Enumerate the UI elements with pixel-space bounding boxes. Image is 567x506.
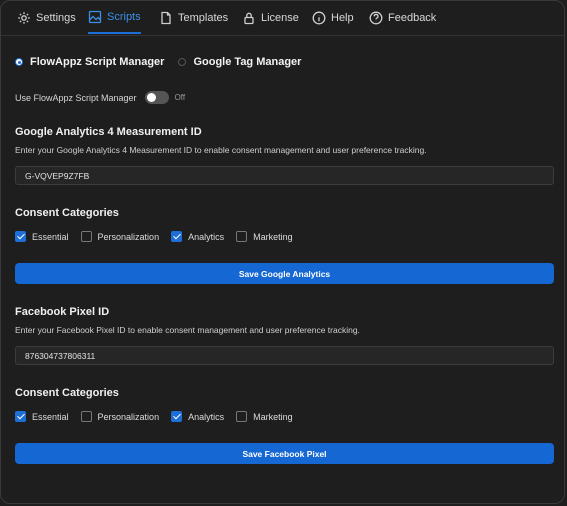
- save-facebook-pixel-button[interactable]: Save Facebook Pixel: [15, 443, 554, 464]
- checkbox[interactable]: [171, 231, 183, 242]
- tab-label: Help: [331, 11, 354, 24]
- checkbox[interactable]: [80, 411, 92, 422]
- document-icon: [161, 11, 171, 24]
- tab-label: License: [261, 11, 299, 24]
- fb-consent-heading: Consent Categories: [15, 387, 119, 399]
- checkbox[interactable]: [15, 411, 26, 422]
- checkbox-label: Essential: [32, 411, 69, 422]
- fb-category-marketing[interactable]: Marketing: [236, 411, 293, 422]
- ga-category-analytics[interactable]: Analytics: [171, 231, 224, 242]
- ga-category-essential[interactable]: Essential: [15, 231, 69, 242]
- tab-settings[interactable]: Settings: [17, 1, 76, 34]
- app-window: Settings Scripts Templates License Help …: [0, 0, 565, 504]
- checkbox[interactable]: [236, 231, 248, 242]
- checkbox[interactable]: [171, 411, 183, 422]
- radio-label: FlowAppz Script Manager: [30, 56, 165, 68]
- info-icon: [312, 11, 326, 24]
- script-manager-toggle[interactable]: [144, 91, 169, 104]
- checkbox-label: Personalization: [97, 411, 160, 422]
- script-manager-toggle-row: Use FlowAppz Script Manager Off: [15, 91, 185, 104]
- radio-google-tag-manager[interactable]: Google Tag Manager: [178, 56, 301, 68]
- checkbox[interactable]: [236, 411, 248, 422]
- fb-pixel-id-input[interactable]: [15, 346, 554, 365]
- checkbox-label: Essential: [32, 231, 69, 242]
- lock-icon: [244, 12, 254, 24]
- manager-radio-group: FlowAppz Script Manager Google Tag Manag…: [15, 56, 301, 68]
- tab-label: Feedback: [388, 11, 437, 24]
- checkbox-label: Analytics: [188, 411, 225, 422]
- tab-label: Templates: [178, 11, 229, 24]
- tab-label: Scripts: [107, 10, 141, 23]
- gear-icon: [18, 11, 30, 24]
- ga-description: Enter your Google Analytics 4 Measuremen…: [15, 145, 427, 155]
- checkbox[interactable]: [15, 231, 26, 242]
- checkbox-label: Marketing: [253, 231, 293, 242]
- checkbox-label: Personalization: [97, 231, 160, 242]
- fb-category-personalization[interactable]: Personalization: [80, 411, 160, 422]
- ga-category-personalization[interactable]: Personalization: [80, 231, 160, 242]
- tab-license[interactable]: License: [242, 1, 299, 34]
- fb-category-analytics[interactable]: Analytics: [171, 411, 224, 422]
- top-nav: Settings Scripts Templates License Help …: [1, 1, 564, 36]
- fb-category-essential[interactable]: Essential: [15, 411, 69, 422]
- ga-consent-heading: Consent Categories: [15, 207, 119, 219]
- radio-flowappz[interactable]: FlowAppz Script Manager: [15, 56, 164, 68]
- ga-category-marketing[interactable]: Marketing: [236, 231, 293, 242]
- save-google-analytics-button[interactable]: Save Google Analytics: [15, 263, 554, 284]
- checkbox-label: Marketing: [253, 411, 293, 422]
- fb-consent-categories: Essential Personalization Analytics Mark…: [15, 411, 305, 422]
- tab-feedback[interactable]: Feedback: [369, 1, 436, 34]
- tab-help[interactable]: Help: [312, 1, 354, 34]
- tab-scripts[interactable]: Scripts: [88, 1, 141, 34]
- toggle-label: Use FlowAppz Script Manager: [15, 92, 137, 103]
- fb-heading: Facebook Pixel ID: [15, 306, 110, 318]
- radio-label: Google Tag Manager: [193, 56, 302, 68]
- checkbox-label: Analytics: [188, 231, 225, 242]
- toggle-state: Off: [174, 93, 186, 102]
- tab-templates[interactable]: Templates: [159, 1, 228, 34]
- checkbox[interactable]: [80, 231, 92, 242]
- fb-description: Enter your Facebook Pixel ID to enable c…: [15, 325, 360, 335]
- ga-heading: Google Analytics 4 Measurement ID: [15, 126, 202, 138]
- question-icon: [369, 11, 383, 24]
- ga-consent-categories: Essential Personalization Analytics Mark…: [15, 231, 305, 242]
- radio-indicator[interactable]: [178, 58, 187, 66]
- radio-indicator[interactable]: [15, 58, 23, 66]
- ga-measurement-id-input[interactable]: [15, 166, 554, 185]
- tab-label: Settings: [36, 11, 76, 24]
- image-icon: [88, 10, 102, 23]
